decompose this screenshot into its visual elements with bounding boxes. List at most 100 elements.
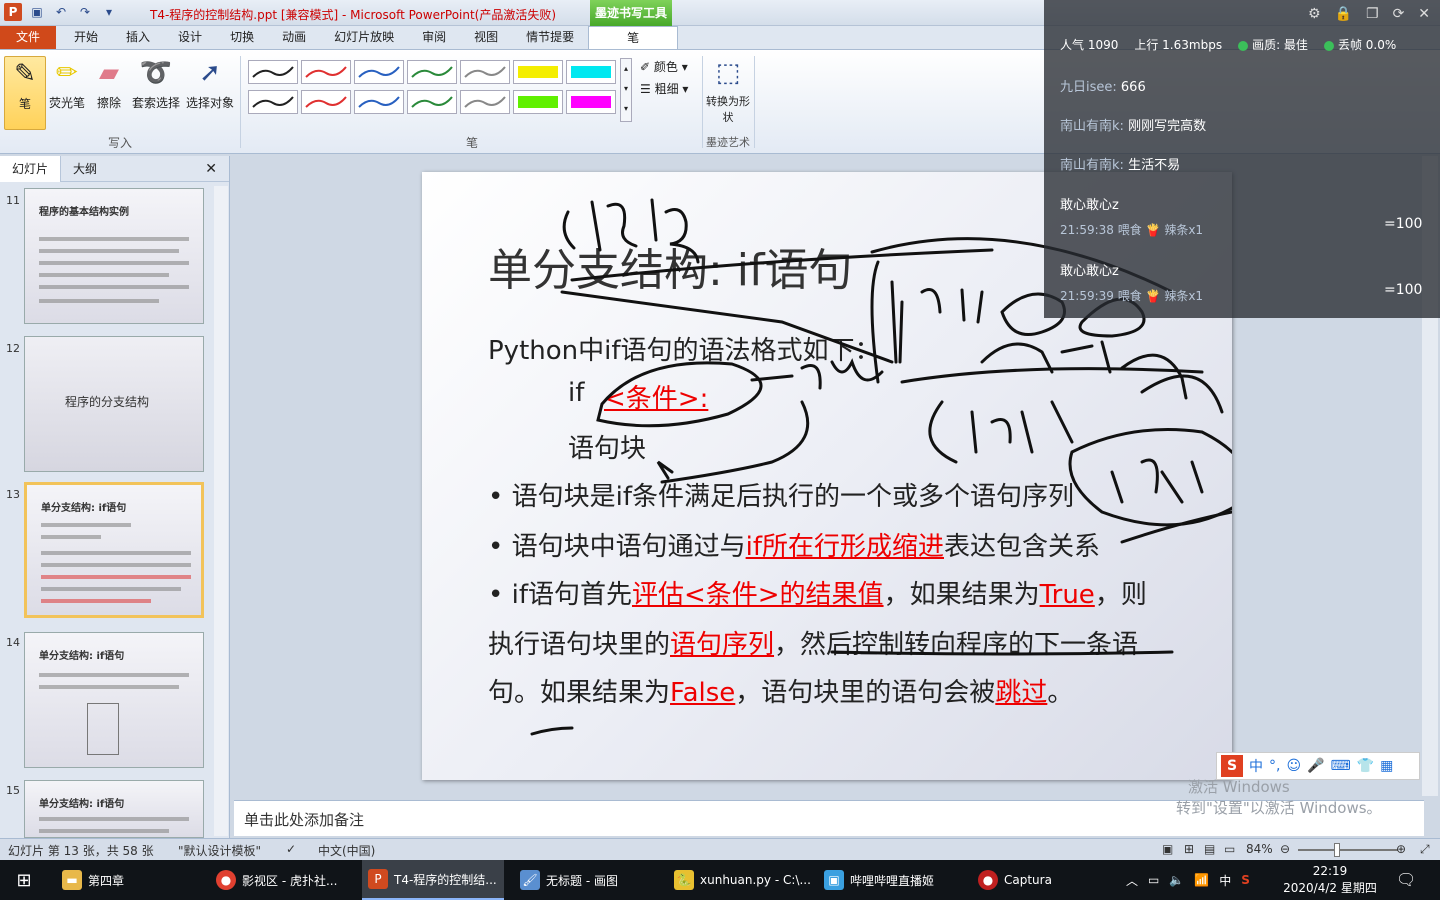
tab-view[interactable]: 视图 (460, 26, 512, 49)
pen-swatch[interactable] (301, 60, 351, 84)
gift-item: 辣条x1 (1164, 289, 1204, 303)
customize-icon[interactable]: ▾ (100, 3, 118, 21)
zoom-out-icon[interactable]: ⊖ (1280, 842, 1290, 856)
pen-swatch[interactable] (407, 90, 457, 114)
python-icon: 🐍 (674, 870, 694, 890)
tab-design[interactable]: 设计 (164, 26, 216, 49)
undo-icon[interactable]: ↶ (52, 3, 70, 21)
zoom-level[interactable]: 84% (1246, 842, 1273, 856)
weight-dropdown[interactable]: ☰ 粗细 ▾ (640, 80, 700, 97)
settings-icon[interactable]: ⚙ (1308, 6, 1321, 22)
captura-icon: ● (978, 870, 998, 890)
color-dropdown[interactable]: ✐ 颜色 ▾ (640, 58, 700, 75)
highlighter-button[interactable]: ✏ 荧光笔 (48, 56, 86, 111)
spellcheck-icon[interactable]: ✓ (286, 842, 296, 856)
skin-icon[interactable]: 👕 (1357, 758, 1374, 774)
taskbar-item[interactable]: ▣ 哔哩哔哩直播姬 (818, 860, 940, 900)
slide-thumbnail-panel: 幻灯片 大纲 ✕ 11 程序的基本结构实例 12 程序的分支结构 13 单分支结… (0, 155, 230, 838)
zoom-slider-thumb[interactable] (1334, 843, 1340, 857)
taskbar-item[interactable]: ▬ 第四章 (56, 860, 130, 900)
clock[interactable]: 22:19 2020/4/2 星期四 (1276, 863, 1384, 897)
tab-insert[interactable]: 插入 (112, 26, 164, 49)
tab-file[interactable]: 文件 (0, 26, 57, 49)
start-button[interactable]: ⊞ (0, 860, 48, 900)
eraser-button[interactable]: ▰ 擦除 (90, 56, 128, 111)
zoom-slider[interactable] (1298, 849, 1398, 851)
tray-expand-icon[interactable]: ︿ (1126, 872, 1138, 889)
refresh-icon[interactable]: ⟳ (1393, 6, 1405, 22)
ime-toolbar[interactable]: S 中 °, ☺ 🎤 ⌨ 👕 ▦ (1216, 752, 1420, 780)
tab-transitions[interactable]: 切换 (216, 26, 268, 49)
keyboard-icon[interactable]: ⌨ (1331, 758, 1351, 774)
taskbar-item[interactable]: ● 影视区 - 虎扑社... (210, 860, 343, 900)
redo-icon[interactable]: ↷ (76, 3, 94, 21)
tab-home[interactable]: 开始 (60, 26, 112, 49)
view-slideshow-icon[interactable]: ▭ (1224, 842, 1235, 856)
tab-storyboard[interactable]: 情节提要 (512, 26, 588, 49)
slide-thumbnail[interactable]: 程序的分支结构 (24, 336, 204, 472)
tab-outline[interactable]: 大纲 (61, 160, 109, 177)
tab-review[interactable]: 审阅 (408, 26, 460, 49)
pen-swatch[interactable] (354, 90, 404, 114)
pen-swatch[interactable] (566, 90, 616, 114)
pen-swatch[interactable] (566, 60, 616, 84)
language[interactable]: 中文(中国) (318, 842, 375, 859)
view-sorter-icon[interactable]: ⊞ (1184, 842, 1194, 856)
select-label: 选择对象 (185, 96, 234, 110)
tray-ime[interactable]: 中 (1219, 872, 1231, 889)
taskbar-item-active[interactable]: P T4-程序的控制结... (362, 860, 504, 900)
eraser-icon: ▰ (99, 58, 119, 88)
save-icon[interactable]: ▣ (28, 3, 46, 21)
close-panel-icon[interactable]: ✕ (193, 161, 229, 177)
ime-mode[interactable]: 中 (1249, 756, 1263, 776)
gallery-scroll-icon[interactable]: ▴ ▾ ▾ (620, 58, 632, 122)
pen-button[interactable]: ✎ 笔 (4, 56, 46, 130)
taskbar-item[interactable]: 🐍 xunhuan.py - C:\... (668, 860, 817, 900)
voice-icon[interactable]: 🎤 (1307, 758, 1324, 774)
network-icon[interactable]: 📶 (1194, 873, 1209, 887)
pen-swatch[interactable] (354, 60, 404, 84)
pen-swatch[interactable] (513, 90, 563, 114)
notification-icon[interactable]: 🗨 (1396, 870, 1416, 889)
battery-icon[interactable]: ▭ (1148, 873, 1159, 887)
emoji-icon[interactable]: ☺ (1286, 758, 1301, 774)
slide-thumbnail-selected[interactable]: 单分支结构: if语句 (24, 482, 204, 618)
sogou-tray-icon[interactable]: S (1241, 873, 1250, 887)
lasso-select-button[interactable]: ➰ 套索选择 (130, 56, 182, 111)
fit-window-icon[interactable]: ⤢ (1420, 842, 1430, 857)
convert-to-shapes-button[interactable]: ⬚ 转换为形状 (706, 56, 750, 126)
slide-thumbnail[interactable]: 单分支结构: if语句 (24, 780, 204, 838)
pen-label: 笔 (18, 97, 31, 111)
tab-slideshow[interactable]: 幻灯片放映 (320, 26, 408, 49)
pen-swatch[interactable] (513, 60, 563, 84)
pen-swatch[interactable] (301, 90, 351, 114)
zoom-in-icon[interactable]: ⊕ (1396, 842, 1406, 856)
slide-thumbnail[interactable]: 单分支结构: if语句 (24, 632, 204, 768)
tab-animations[interactable]: 动画 (268, 26, 320, 49)
pen-swatch[interactable] (460, 90, 510, 114)
tab-slides[interactable]: 幻灯片 (0, 155, 62, 182)
view-normal-icon[interactable]: ▣ (1162, 842, 1173, 856)
slide-thumbnail[interactable]: 程序的基本结构实例 (24, 188, 204, 324)
volume-icon[interactable]: 🔈 (1169, 873, 1184, 887)
tab-pens[interactable]: 笔 (588, 26, 679, 49)
powerpoint-logo-icon[interactable]: P (4, 3, 22, 21)
pen-swatch[interactable] (460, 60, 510, 84)
chat-message: 南山有南k: 生活不易 (1060, 154, 1180, 173)
stream-stats: 人气 1090 上行 1.63mbps 画质: 最佳 丢帧 0.0% (1060, 36, 1396, 53)
pen-swatch[interactable] (248, 60, 298, 84)
window-icon[interactable]: ❐ (1366, 6, 1379, 22)
punctuation-icon[interactable]: °, (1269, 758, 1280, 774)
thumbnail-scrollbar[interactable] (214, 186, 228, 836)
select-objects-button[interactable]: ➚ 选择对象 (184, 56, 236, 111)
taskbar-item[interactable]: 🖌 无标题 - 画图 (514, 860, 624, 900)
lock-icon[interactable]: 🔒 (1335, 6, 1352, 22)
close-icon[interactable]: ✕ (1418, 6, 1430, 22)
pen-swatch[interactable] (248, 90, 298, 114)
taskbar-label: xunhuan.py - C:\... (700, 873, 811, 887)
taskbar-item[interactable]: ● Captura (972, 860, 1058, 900)
slide-count: 幻灯片 第 13 张，共 58 张 (8, 844, 154, 858)
view-reading-icon[interactable]: ▤ (1204, 842, 1215, 856)
pen-swatch[interactable] (407, 60, 457, 84)
toolbox-icon[interactable]: ▦ (1380, 758, 1393, 774)
